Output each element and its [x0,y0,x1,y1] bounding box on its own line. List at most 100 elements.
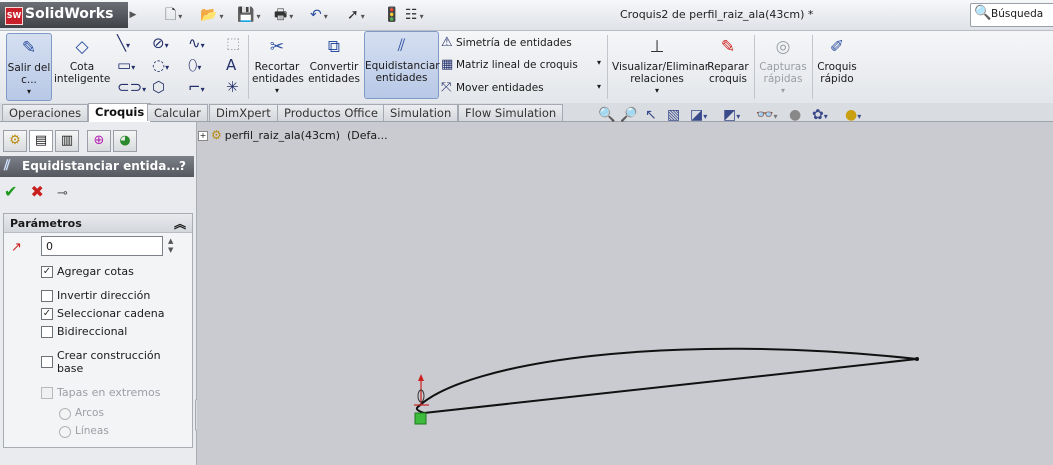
rectangle-tool[interactable]: ▭▾ [117,55,135,75]
chevron-down-icon: ▾ [219,12,224,21]
rectangle-icon: ▭ [117,56,132,74]
spin-down-icon[interactable]: ▼ [168,246,173,254]
select-icon: ➚ [347,7,359,23]
rebuild-button[interactable]: 🚦 [383,5,400,25]
select-chain-checkbox[interactable]: ✓ [41,308,53,320]
repair-icon: ✎ [720,37,736,57]
print-button[interactable]: 🖶 ▾ [274,5,293,25]
display-relations-button[interactable]: ⊥ Visualizar/Eliminar relaciones ▾ [612,33,709,99]
convert-icon: ⧉ [327,37,341,57]
text-icon: A [226,56,237,74]
display-manager-tab[interactable]: ◕ [113,130,137,152]
convert-label: Convertir entidades [308,61,360,85]
ok-cancel-row: ✔ ✖ ⊸ [4,182,68,201]
property-manager-title: Equidistanciar entida... [22,159,180,173]
make-base-construction-checkbox[interactable] [41,356,53,368]
tab-flow-simulation[interactable]: Flow Simulation [458,104,564,121]
rapid-sketch-label: Croquis rápido [817,61,857,85]
sketch-canvas[interactable] [197,122,1053,465]
spline-tool[interactable]: ∿▾ [188,33,205,53]
separator [248,35,249,99]
point-icon: ✳ [226,78,239,96]
mirror-icon: ⚠ [441,35,453,50]
chevron-down-icon[interactable]: ▾ [597,58,601,67]
options-button[interactable]: ☷ ▾ [405,5,424,25]
line-tool[interactable]: ╲▾ [117,33,130,53]
arc-tool[interactable]: ◌▾ [152,55,169,75]
new-document-button[interactable]: 🗋 ▾ [165,5,182,25]
tab-croquis[interactable]: Croquis [88,103,152,122]
dimxpert-manager-tab[interactable]: ⊕ [87,130,111,152]
tab-operaciones[interactable]: Operaciones [2,104,89,121]
menu-expand-arrow-icon[interactable]: ▶ [128,4,138,26]
parameters-title: Parámetros [10,217,82,230]
quick-snaps-button[interactable]: ◎ Capturas rápidas ▾ [758,33,808,99]
chevron-down-icon: ▾ [200,85,205,94]
search-box[interactable]: 🔍 Búsqueda [970,3,1053,27]
reverse-direction-checkbox[interactable] [41,290,53,302]
configuration-manager-tab[interactable]: ▥ [55,130,79,152]
separator [812,35,813,99]
fillet-icon: ⌐ [188,78,201,96]
linear-pattern-icon: ▦ [441,57,454,72]
feature-manager-tab[interactable]: ⚙ [3,130,27,152]
save-icon: 💾 [237,7,255,23]
ellipse-tool[interactable]: ⬯▾ [188,55,201,75]
exit-sketch-button[interactable]: ✎ Salir del c... ▾ [6,33,52,101]
chevron-down-icon: ▾ [654,86,659,95]
add-dimensions-label: Agregar cotas [57,265,134,278]
quick-snaps-icon: ◎ [775,37,791,57]
cap-arcs-radio [59,408,71,420]
linear-pattern-button[interactable]: ▦ Matriz lineal de croquis [441,55,578,75]
solidworks-logo[interactable]: SW SolidWorks [0,2,128,28]
open-icon: 📂 [200,7,218,23]
property-icon: ▤ [34,133,48,148]
cap-lines-label: Líneas [75,425,109,437]
bidirectional-checkbox[interactable] [41,326,53,338]
mirror-entities-button[interactable]: ⚠ Simetría de entidades [441,33,572,53]
smart-dimension-button[interactable]: ◇ Cota inteligente [54,33,110,99]
circle-tool[interactable]: ⊘▾ [152,33,169,53]
add-dimensions-checkbox[interactable]: ✓ [41,266,53,278]
help-button[interactable]: ? [179,159,186,173]
point-tool[interactable]: ✳ [226,77,239,97]
airfoil-trailing-point [915,357,919,361]
distance-spinner[interactable]: ▲ ▼ [168,237,178,257]
offset-entities-button[interactable]: ⫽ Equidistanciar entidades [364,31,440,99]
offset-distance-icon: ↗ [11,240,22,255]
fillet-tool[interactable]: ⌐▾ [188,77,205,97]
window-title: Croquis2 de perfil_raiz_ala(43cm) * [620,8,814,21]
undo-button[interactable]: ↶ ▾ [310,5,328,25]
grid-tool[interactable]: ⬚ [226,33,240,53]
offset-distance-input[interactable]: 0 [41,236,163,256]
relations-icon: ⊥ [649,37,665,57]
tab-dimxpert[interactable]: DimXpert [209,104,278,121]
collapse-chevron-icon[interactable]: ︽ [174,215,186,232]
trim-entities-button[interactable]: ✂ Recortar entidades ▾ [252,33,304,99]
repair-sketch-button[interactable]: ✎ Reparar croquis [705,33,751,99]
slot-tool[interactable]: ⊂⊃▾ [117,77,146,97]
quick-snaps-label: Capturas rápidas [759,61,807,85]
cancel-x-icon[interactable]: ✖ [31,182,44,201]
move-entities-button[interactable]: ⤧ Mover entidades [441,78,544,98]
parameters-header[interactable]: Parámetros ︽ [4,214,192,233]
rapid-sketch-button[interactable]: ✐ Croquis rápido [815,33,859,99]
property-manager-tab[interactable]: ▤ [29,130,53,152]
convert-entities-button[interactable]: ⧉ Convertir entidades [307,33,361,99]
tab-productos-office[interactable]: Productos Office [277,104,385,121]
tab-simulation[interactable]: Simulation [383,104,459,121]
polygon-tool[interactable]: ⬡ [152,77,165,97]
spin-up-icon[interactable]: ▲ [168,237,173,245]
open-button[interactable]: 📂 ▾ [200,5,223,25]
chevron-down-icon[interactable]: ▾ [597,82,601,91]
select-button[interactable]: ➚ ▾ [347,5,365,25]
pin-icon[interactable]: ⊸ [57,186,68,201]
save-button[interactable]: 💾 ▾ [237,5,260,25]
chevron-down-icon: ▾ [142,85,147,94]
chevron-down-icon: ▾ [165,63,170,72]
search-label: Búsqueda [991,8,1044,20]
airfoil-profile[interactable] [415,347,918,415]
tab-calcular[interactable]: Calcular [147,104,208,121]
ok-check-icon[interactable]: ✔ [4,182,17,201]
text-tool[interactable]: A [226,55,236,75]
